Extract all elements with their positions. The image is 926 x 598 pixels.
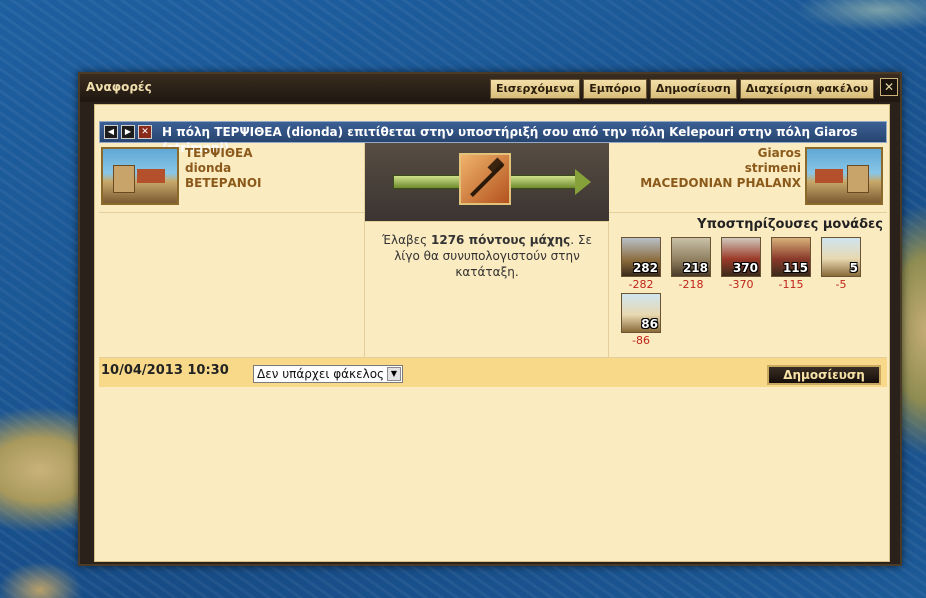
window-close-icon[interactable]: ✕ xyxy=(880,78,898,96)
battle-points-panel: Έλαβες 1276 πόντους μάχης. Σε λίγο θα συ… xyxy=(365,221,609,357)
slinger-unit-icon: 115 xyxy=(771,237,811,277)
spear-icon xyxy=(459,153,511,205)
transport-ship-icon: 5 xyxy=(821,237,861,277)
hoplite-unit-icon: 282 xyxy=(621,237,661,277)
city-roof-shape xyxy=(137,169,165,183)
folder-select-value: Δεν υπάρχει φάκελος xyxy=(257,367,385,381)
unit-swordsman: 370 -370 xyxy=(721,237,763,295)
unit-count: 115 xyxy=(782,261,808,275)
attacker-units-panel xyxy=(99,213,365,357)
attacker-alliance-link[interactable]: ΒΕΤΕΡΑΝΟΙ xyxy=(185,176,262,191)
unit-count: 86 xyxy=(641,317,658,331)
report-header: ◀ ▶ ✕ Η πόλη ΤΕΡΨΙΘΕΑ (dionda) επιτίθετα… xyxy=(99,121,887,155)
tab-inbox[interactable]: Εισερχόμενα xyxy=(490,79,581,99)
unit-count: 370 xyxy=(732,261,758,275)
attack-arrow-head xyxy=(575,169,591,195)
defender-alliance-link[interactable]: MACEDONIAN PHALANX xyxy=(640,176,801,191)
defender-panel: Giaros strimeni MACEDONIAN PHALANX xyxy=(609,143,887,213)
unit-count: 218 xyxy=(682,261,708,275)
unit-count: 282 xyxy=(632,261,658,275)
next-report-icon[interactable]: ▶ xyxy=(121,125,135,139)
defender-city-link[interactable]: Giaros xyxy=(640,146,801,161)
bireme-ship-icon: 86 xyxy=(621,293,661,333)
supporting-units-title: Υποστηρίζουσες μονάδες xyxy=(697,217,883,232)
battle-points-message: Έλαβες 1276 πόντους μάχης. Σε λίγο θα συ… xyxy=(373,232,601,280)
attacker-city-link[interactable]: ΤΕΡΨΙΘΕΑ xyxy=(185,146,262,161)
window-title: Αναφορές xyxy=(86,80,152,94)
unit-loss: -86 xyxy=(632,334,650,347)
window-tabs: Εισερχόμενα Εμπόριο Δημοσίευση Διαχείρισ… xyxy=(490,79,874,99)
attacker-info: ΤΕΡΨΙΘΕΑ dionda ΒΕΤΕΡΑΝΟΙ xyxy=(185,146,262,191)
tab-folder-management[interactable]: Διαχείριση φακέλου xyxy=(739,79,874,99)
unit-loss: -5 xyxy=(835,278,847,291)
defender-info: Giaros strimeni MACEDONIAN PHALANX xyxy=(640,146,801,191)
unit-slinger: 115 -115 xyxy=(771,237,813,295)
points-value: 1276 πόντους μάχης xyxy=(431,233,571,247)
archer-unit-icon: 218 xyxy=(671,237,711,277)
unit-loss: -115 xyxy=(778,278,804,291)
folder-select[interactable]: Δεν υπάρχει φάκελος ▼ xyxy=(253,365,403,383)
unit-hoplite: 282 -282 xyxy=(621,237,663,295)
city-tower-shape xyxy=(113,165,135,193)
report-date: 10/04/2013 10:30 xyxy=(101,363,229,378)
unit-loss: -218 xyxy=(678,278,704,291)
unit-loss: -282 xyxy=(628,278,654,291)
window-titlebar[interactable]: Αναφορές Εισερχόμενα Εμπόριο Δημοσίευση … xyxy=(80,74,900,102)
points-prefix: Έλαβες xyxy=(382,233,431,247)
prev-report-icon[interactable]: ◀ xyxy=(104,125,118,139)
defender-city-image[interactable] xyxy=(805,147,883,205)
attacker-player-link[interactable]: dionda xyxy=(185,161,262,176)
publish-button[interactable]: Δημοσίευση xyxy=(767,365,881,385)
city-roof-shape xyxy=(815,169,843,183)
unit-count: 5 xyxy=(849,261,858,275)
report-footer: 10/04/2013 10:30 Δεν υπάρχει φάκελος ▼ Δ… xyxy=(99,357,887,387)
tab-publish[interactable]: Δημοσίευση xyxy=(649,79,737,99)
reports-window: Αναφορές Εισερχόμενα Εμπόριο Δημοσίευση … xyxy=(78,72,902,566)
delete-report-icon[interactable]: ✕ xyxy=(138,125,152,139)
attacker-panel: ΤΕΡΨΙΘΕΑ dionda ΒΕΤΕΡΑΝΟΙ xyxy=(99,143,365,213)
unit-loss: -370 xyxy=(728,278,754,291)
unit-transport-ship: 5 -5 xyxy=(821,237,863,295)
attacker-city-image[interactable] xyxy=(101,147,179,205)
defender-player-link[interactable]: strimeni xyxy=(640,161,801,176)
battle-type-panel xyxy=(365,143,609,221)
swordsman-unit-icon: 370 xyxy=(721,237,761,277)
supporting-units-panel: Υποστηρίζουσες μονάδες 282 -282 218 -218… xyxy=(609,213,887,357)
report-content: ◀ ▶ ✕ Η πόλη ΤΕΡΨΙΘΕΑ (dionda) επιτίθετα… xyxy=(94,104,890,562)
unit-bireme: 86 -86 xyxy=(621,293,663,351)
city-tower-shape xyxy=(847,165,869,193)
tab-trade[interactable]: Εμπόριο xyxy=(583,79,647,99)
unit-archer: 218 -218 xyxy=(671,237,713,295)
chevron-down-icon[interactable]: ▼ xyxy=(387,367,401,381)
